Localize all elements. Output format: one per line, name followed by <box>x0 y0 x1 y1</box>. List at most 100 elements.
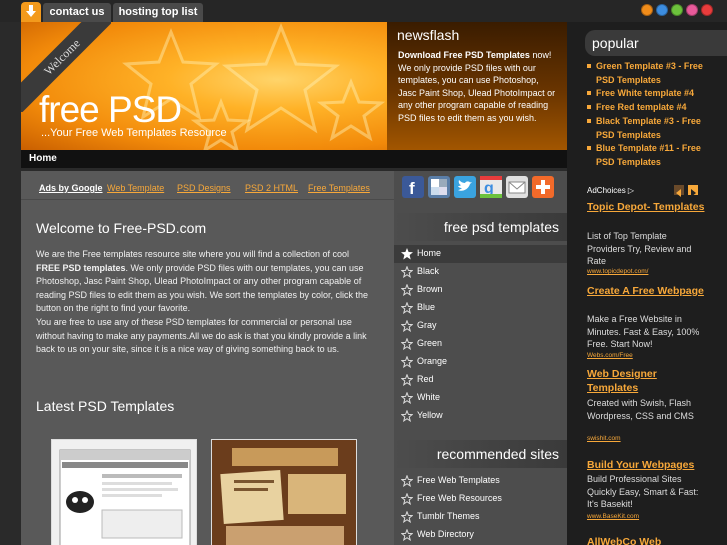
welcome-p1-a: We are the Free templates resource site … <box>36 249 349 259</box>
star-icon <box>401 248 413 260</box>
template-thumbnail-1[interactable] <box>51 439 197 545</box>
welcome-text: We are the Free templates resource site … <box>36 248 373 357</box>
ad-next-arrow-icon[interactable] <box>688 185 698 197</box>
ad-1-body: List of Top Template Providers Try, Revi… <box>587 231 692 267</box>
ad-prev-arrow-icon[interactable] <box>674 185 684 197</box>
color-link-home[interactable]: Home <box>394 245 567 263</box>
main-nav <box>21 150 567 168</box>
ad-link-web-template[interactable]: Web Template <box>107 183 164 193</box>
site-link-label: Free Web Templates <box>417 475 500 485</box>
popular-item[interactable]: Free White template #4 <box>587 87 718 101</box>
color-link-green[interactable]: Green <box>394 335 567 353</box>
ad-4-title[interactable]: Build Your Webpages <box>587 459 707 473</box>
email-icon[interactable] <box>506 176 528 198</box>
site-title[interactable]: free PSD <box>39 90 182 130</box>
color-link-yellow[interactable]: Yellow <box>394 407 567 425</box>
ad-3-url[interactable]: swishit.com <box>587 435 621 442</box>
google-icon[interactable]: g <box>480 176 502 198</box>
color-link-orange[interactable]: Orange <box>394 353 567 371</box>
color-link-blue[interactable]: Blue <box>394 299 567 317</box>
ad-1-url[interactable]: www.topicdepot.com/ <box>587 268 648 275</box>
color-link-label: Brown <box>417 284 443 294</box>
color-link-white[interactable]: White <box>394 389 567 407</box>
star-outline-icon <box>401 529 413 541</box>
color-link-label: Orange <box>417 356 448 366</box>
star-outline-icon <box>401 284 413 296</box>
newsflash-lead[interactable]: Download Free PSD Templates <box>398 50 530 60</box>
star-outline-icon <box>401 266 413 278</box>
site-link-free-web-templates[interactable]: Free Web Templates <box>394 472 567 490</box>
color-dot-blue[interactable] <box>656 4 668 16</box>
star-outline-icon <box>401 320 413 332</box>
star-outline-icon <box>401 410 413 422</box>
nav-home-link[interactable]: Home <box>29 153 57 164</box>
newsflash-title: newsflash <box>397 27 460 43</box>
star-outline-icon <box>401 338 413 350</box>
star-outline-icon <box>401 392 413 404</box>
color-link-label: Red <box>417 374 434 384</box>
ads-by-google-label[interactable]: Ads by Google <box>39 183 103 193</box>
color-link-label: Black <box>417 266 440 276</box>
color-dot-green[interactable] <box>671 4 683 16</box>
ad-4-body: Build Professional Sites Quickly Easy, S… <box>587 474 699 510</box>
tab-contact-us[interactable]: contact us <box>43 3 111 22</box>
color-link-black[interactable]: Black <box>394 263 567 281</box>
popular-item[interactable]: Green Template #3 - Free PSD Templates <box>587 60 718 87</box>
download-logo-button[interactable] <box>21 2 41 22</box>
welcome-p2: You are free to use any of these PSD tem… <box>36 316 367 355</box>
facebook-icon[interactable]: f <box>402 176 424 198</box>
color-link-label: White <box>417 392 441 402</box>
color-link-label: Gray <box>417 320 437 330</box>
color-link-red[interactable]: Red <box>394 371 567 389</box>
twitter-icon[interactable] <box>454 176 476 198</box>
popular-item[interactable]: Blue Template #11 - Free PSD Templates <box>587 142 718 169</box>
tab-hosting-top-list[interactable]: hosting top list <box>113 3 203 22</box>
popular-item[interactable]: Free Red template #4 <box>587 101 718 115</box>
star-outline-icon <box>401 356 413 368</box>
ad-3-title[interactable]: Web Designer Templates <box>587 368 707 395</box>
ad-4-url[interactable]: www.BaseKit.com <box>587 513 639 520</box>
adchoices-text: AdChoices <box>587 186 626 195</box>
ad-3-body: Created with Swish, Flash Wordpress, CSS… <box>587 398 694 421</box>
star-outline-icon <box>401 374 413 386</box>
ad-link-psd-designs[interactable]: PSD Designs <box>177 183 231 193</box>
ad-link-psd-2-html[interactable]: PSD 2 HTML <box>245 183 298 193</box>
site-link-free-web-resources[interactable]: Free Web Resources <box>394 490 567 508</box>
color-dot-pink[interactable] <box>686 4 698 16</box>
svg-text:f: f <box>409 179 415 198</box>
ad-5-title[interactable]: AllWebCo Web <box>587 536 707 545</box>
template-thumbnail-2[interactable] <box>211 439 357 545</box>
star-outline-icon <box>401 493 413 505</box>
share-plus-icon[interactable] <box>532 176 554 198</box>
newsflash-body: now! We only provide PSD files with our … <box>398 50 556 123</box>
color-link-label: Home <box>417 248 442 258</box>
ad-2-title[interactable]: Create A Free Webpage <box>587 285 707 299</box>
latest-templates-heading: Latest PSD Templates <box>36 398 175 414</box>
welcome-p1-bold: FREE PSD templates <box>36 262 126 273</box>
popular-item[interactable]: Black Template #3 - Free PSD Templates <box>587 115 718 142</box>
site-link-web-directory[interactable]: Web Directory <box>394 526 567 544</box>
color-link-label: Yellow <box>417 410 443 420</box>
free-psd-templates-heading: free psd templates <box>394 213 567 241</box>
delicious-icon[interactable] <box>428 176 450 198</box>
color-link-brown[interactable]: Brown <box>394 281 567 299</box>
adchoices-label[interactable]: AdChoices ▷ <box>587 186 634 195</box>
ad-1-title[interactable]: Topic Depot- Templates <box>587 201 707 215</box>
template-preview-image <box>59 449 191 545</box>
color-link-label: Green <box>417 338 443 348</box>
color-dot-red[interactable] <box>701 4 713 16</box>
site-link-label: Tumblr Themes <box>417 511 480 521</box>
color-link-label: Blue <box>417 302 436 312</box>
play-icon: ▷ <box>627 186 635 195</box>
star-outline-icon <box>401 302 413 314</box>
ad-2-url[interactable]: Webs.com/Free <box>587 352 633 359</box>
template-preview-image <box>212 440 356 545</box>
color-link-gray[interactable]: Gray <box>394 317 567 335</box>
color-dot-orange[interactable] <box>641 4 653 16</box>
site-link-label: Free Web Resources <box>417 493 502 503</box>
ad-link-free-templates[interactable]: Free Templates <box>308 183 370 193</box>
star-outline-icon <box>401 511 413 523</box>
newsflash-text: Download Free PSD Templates now! We only… <box>398 49 558 124</box>
popular-heading: popular <box>585 30 727 56</box>
site-link-tumblr-themes[interactable]: Tumblr Themes <box>394 508 567 526</box>
